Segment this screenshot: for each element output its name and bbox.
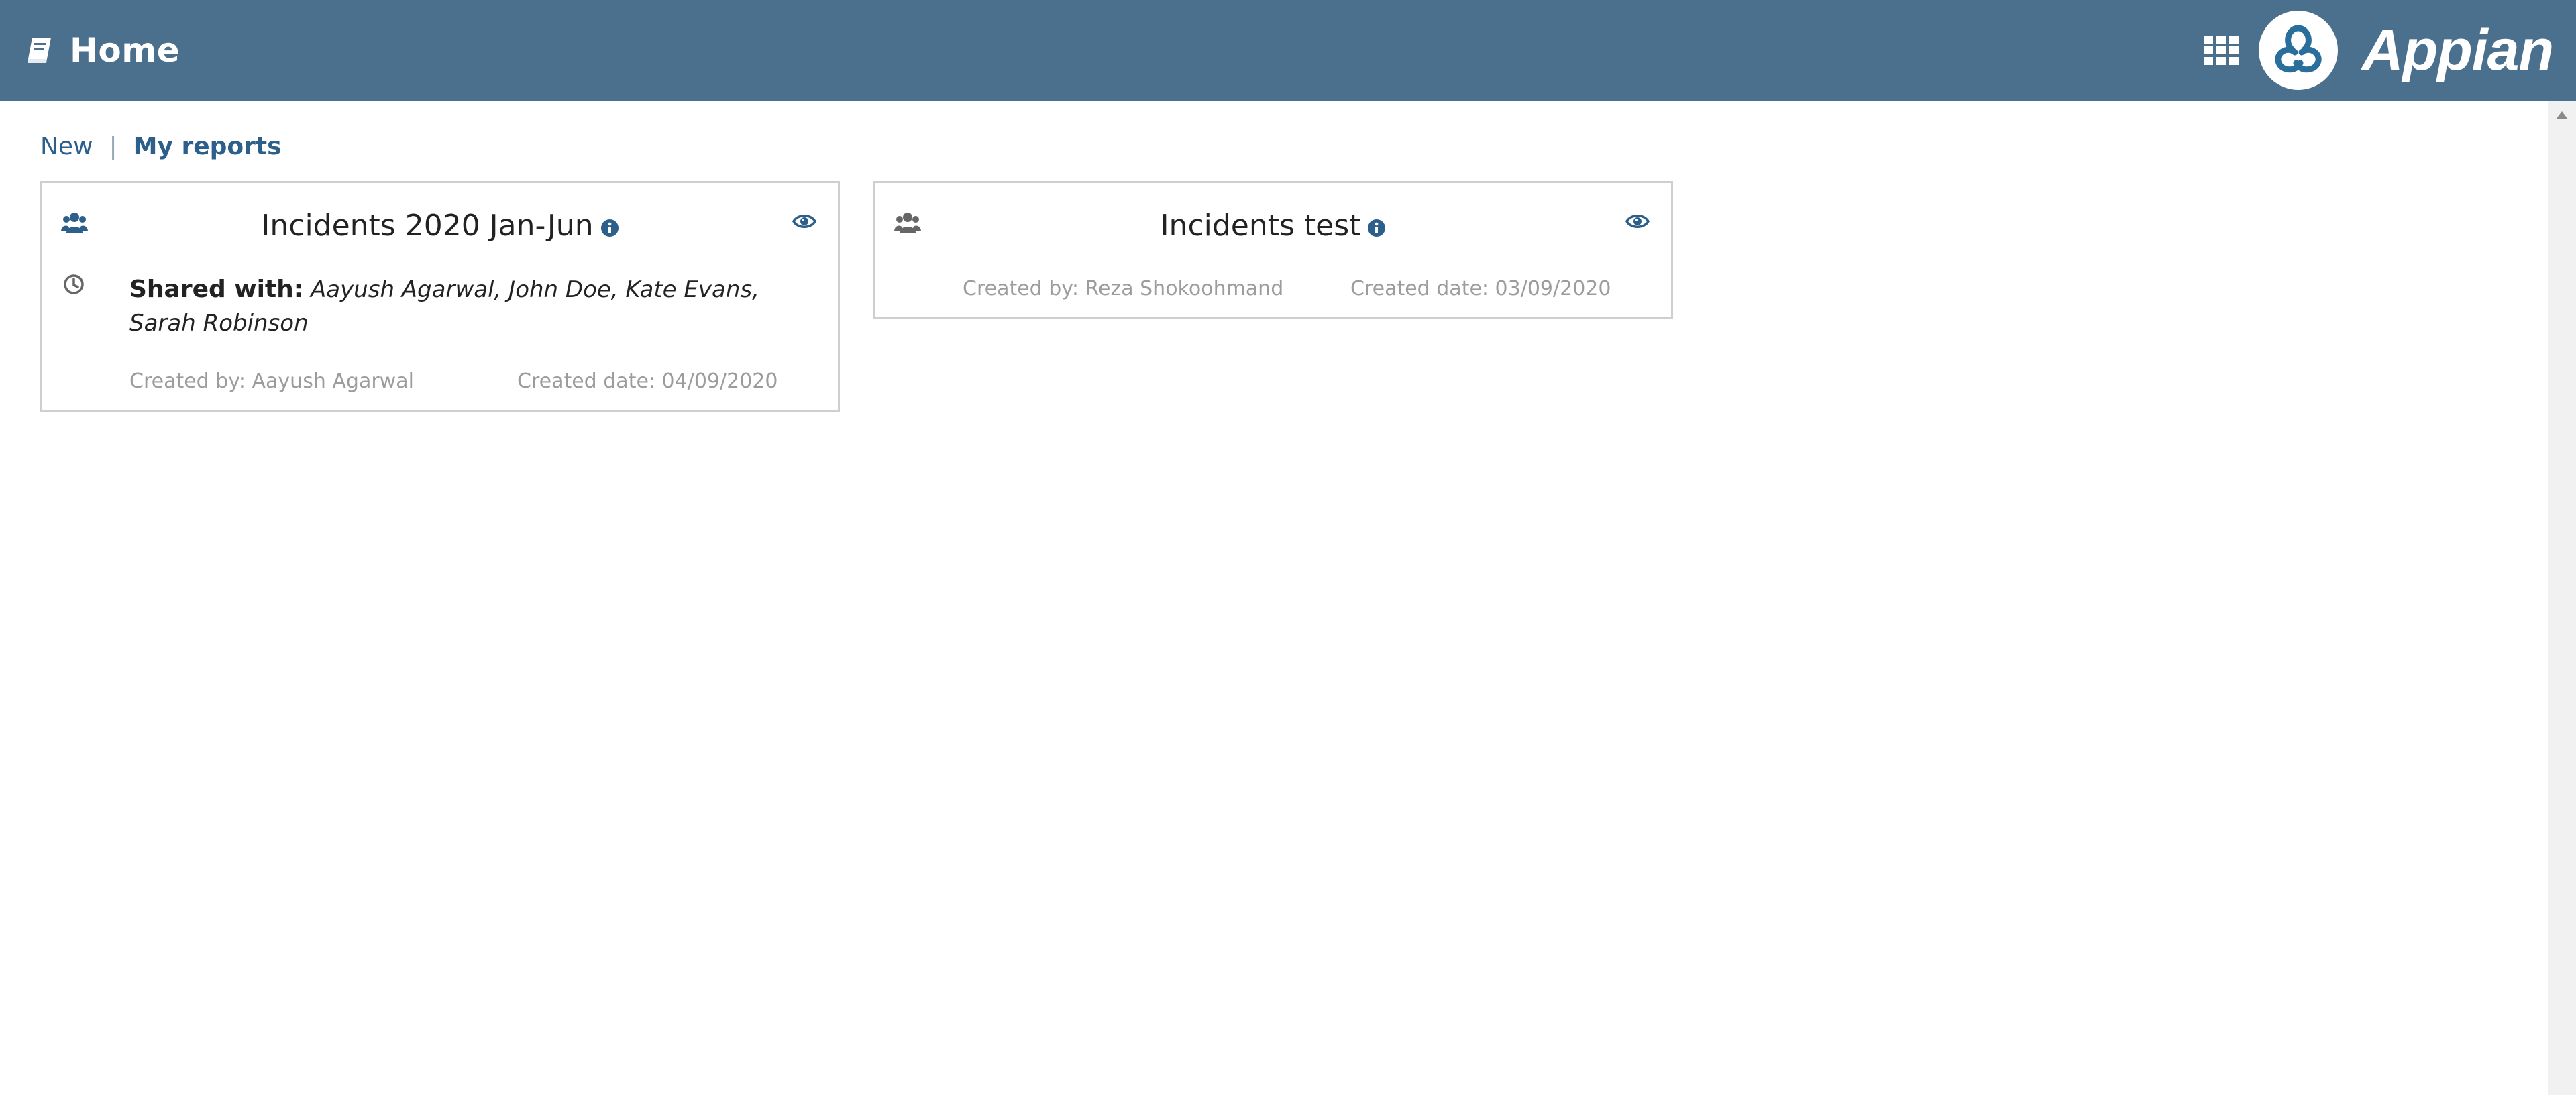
appian-logo-icon[interactable] (2258, 11, 2338, 90)
book-icon (24, 34, 56, 66)
report-card[interactable]: Incidents test Created by: Reza Shokoohm… (873, 181, 1673, 319)
home-link[interactable]: Home (24, 31, 180, 70)
report-title: Incidents test (875, 209, 1671, 243)
created-by: Created by: Reza Shokoohmand (963, 277, 1284, 300)
info-icon[interactable] (1367, 219, 1386, 237)
vertical-scrollbar[interactable] (2548, 101, 2576, 1095)
grid-icon[interactable] (2202, 32, 2240, 69)
report-title: Incidents 2020 Jan-Jun (42, 209, 838, 243)
report-card[interactable]: Incidents 2020 Jan-Jun Shared with: Aayu… (40, 181, 840, 412)
eye-icon[interactable] (1625, 213, 1650, 233)
info-icon[interactable] (600, 219, 619, 237)
report-title-text[interactable]: Incidents 2020 Jan-Jun (261, 209, 593, 243)
report-tabs: New | My reports (40, 133, 282, 160)
tab-new[interactable]: New (40, 133, 93, 160)
tab-separator: | (109, 133, 117, 160)
eye-icon[interactable] (792, 213, 816, 233)
created-date: Created date: 03/09/2020 (1350, 277, 1611, 300)
tab-my-reports[interactable]: My reports (133, 133, 282, 160)
page-title: Home (70, 31, 180, 70)
scroll-up-arrow-icon[interactable] (2556, 111, 2568, 119)
brand-wordmark: Appian (2361, 17, 2554, 82)
top-header-bar: Home Appian (0, 0, 2576, 101)
report-title-text[interactable]: Incidents test (1161, 209, 1361, 243)
shared-with: Shared with: Aayush Agarwal, John Doe, K… (129, 273, 773, 340)
created-date: Created date: 04/09/2020 (517, 369, 778, 393)
clock-icon (62, 273, 85, 298)
shared-with-label: Shared with: (129, 276, 304, 303)
created-by: Created by: Aayush Agarwal (129, 369, 414, 393)
